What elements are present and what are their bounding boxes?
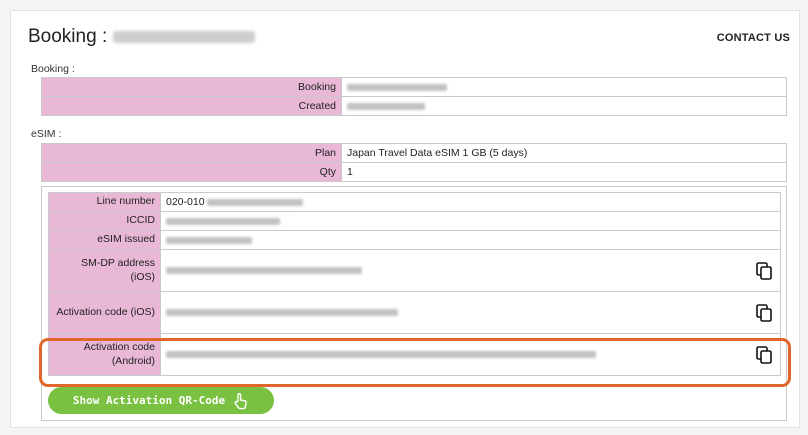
iccid-value <box>160 211 781 231</box>
activation-code-android-label: Activation code (Android) <box>48 333 161 376</box>
copy-icon[interactable] <box>756 345 772 364</box>
page-header: Booking : CONTACT US <box>28 26 790 52</box>
booking-label: Booking <box>41 77 342 97</box>
table-row: Activation code (iOS) <box>48 291 781 334</box>
activation-code-android-value <box>160 333 781 376</box>
esim-plan-table: Plan Japan Travel Data eSIM 1 GB (5 days… <box>41 143 787 182</box>
redacted-text <box>166 351 596 359</box>
table-row: Plan Japan Travel Data eSIM 1 GB (5 days… <box>41 143 787 163</box>
line-number-label: Line number <box>48 192 161 212</box>
plan-label: Plan <box>41 143 342 163</box>
created-label: Created <box>41 96 342 116</box>
redacted-text <box>347 102 425 110</box>
plan-value: Japan Travel Data eSIM 1 GB (5 days) <box>341 143 787 163</box>
table-row: eSIM issued <box>48 230 781 250</box>
activation-code-ios-value <box>160 291 781 334</box>
esim-details-panel: Line number 020-010 ICCID eSIM issued SM… <box>41 186 787 421</box>
redacted-text <box>166 236 252 244</box>
copy-icon[interactable] <box>756 261 772 280</box>
redacted-text <box>166 267 362 275</box>
booking-section-label: Booking : <box>31 63 75 75</box>
page-title: Booking : <box>28 26 256 48</box>
table-row: Created <box>41 96 787 116</box>
created-value <box>341 96 787 116</box>
table-row: Qty 1 <box>41 162 787 182</box>
table-row: Activation code (Android) <box>48 333 781 376</box>
copy-icon[interactable] <box>756 303 772 322</box>
qty-label: Qty <box>41 162 342 182</box>
qty-value: 1 <box>341 162 787 182</box>
show-qr-code-button[interactable]: Show Activation QR-Code <box>48 387 274 414</box>
table-row: ICCID <box>48 211 781 231</box>
esim-issued-value <box>160 230 781 250</box>
esim-issued-label: eSIM issued <box>48 230 161 250</box>
booking-id-redacted <box>113 30 256 43</box>
table-row: Booking <box>41 77 787 97</box>
redacted-text <box>166 309 398 317</box>
table-row: SM-DP address (iOS) <box>48 249 781 292</box>
redacted-text <box>207 198 304 206</box>
esim-details-table: Line number 020-010 ICCID eSIM issued SM… <box>48 192 781 376</box>
iccid-label: ICCID <box>48 211 161 231</box>
redacted-text <box>347 83 447 91</box>
contact-us-link[interactable]: CONTACT US <box>717 32 790 44</box>
smdp-address-value <box>160 249 781 292</box>
booking-value <box>341 77 787 97</box>
table-row: Line number 020-010 <box>48 192 781 212</box>
smdp-address-label: SM-DP address (iOS) <box>48 249 161 292</box>
redacted-text <box>166 217 280 225</box>
line-number-value: 020-010 <box>160 192 781 212</box>
pointing-hand-icon <box>234 392 247 409</box>
esim-section-label: eSIM : <box>31 128 62 140</box>
booking-table: Booking Created <box>41 77 787 116</box>
activation-code-ios-label: Activation code (iOS) <box>48 291 161 334</box>
